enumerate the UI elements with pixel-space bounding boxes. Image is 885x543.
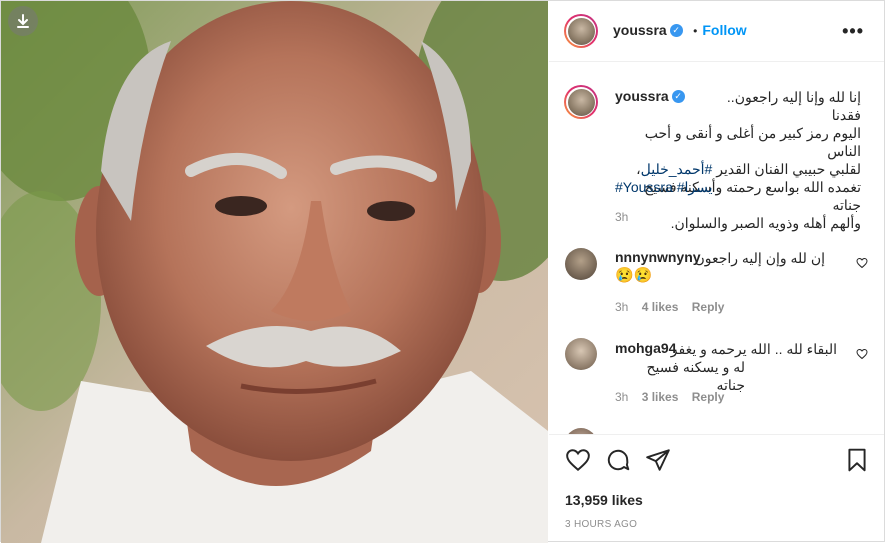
comment-meta: 3h 4 likes Reply xyxy=(615,300,724,314)
comment-avatar[interactable] xyxy=(565,248,597,280)
likes-count[interactable]: 13,959 likes xyxy=(565,492,643,508)
post-sidebar: youssra ✓ • Follow ••• youssra ✓ إنا لله وإ… xyxy=(549,1,884,541)
comment-text-line-1: البقاء لله .. الله يرحمه و يغفر xyxy=(670,341,837,357)
caption-line-2: اليوم رمز كبير من أغلى و أنقى و أحب النا… xyxy=(644,125,861,159)
download-button[interactable] xyxy=(8,6,38,36)
comment-icon[interactable] xyxy=(605,447,631,473)
caption-time[interactable]: 3h xyxy=(615,210,628,224)
comment-text-line-2: له و يسكنه فسيح جناته xyxy=(646,359,746,393)
bookmark-icon[interactable] xyxy=(844,447,870,473)
follow-button[interactable]: Follow xyxy=(702,22,746,38)
comment-likes[interactable]: 3 likes xyxy=(642,390,679,404)
comment-text: إن لله وإن إليه راجعون xyxy=(694,250,825,266)
caption-line-3-prefix: لقلبي حبيبي الفنان القدير xyxy=(712,161,861,177)
header-meta: youssra ✓ • Follow xyxy=(613,22,747,40)
comment-time[interactable]: 3h xyxy=(615,390,628,404)
portrait-image xyxy=(1,1,548,543)
reply-button[interactable]: Reply xyxy=(692,390,725,404)
verified-badge-icon: ✓ xyxy=(669,24,683,38)
comment-emoji: 😢😢 xyxy=(615,267,653,284)
author-username[interactable]: youssra xyxy=(613,22,667,38)
caption-line-1: إنا لله وإنا إليه راجعون.. فقدنا xyxy=(726,89,861,123)
caption-line-5: وألهم أهله وذويه الصبر والسلوان. xyxy=(670,215,861,231)
heart-icon[interactable] xyxy=(856,348,868,360)
comment-meta: 3h 3 likes Reply xyxy=(615,390,724,404)
comment-time[interactable]: 3h xyxy=(615,300,628,314)
hashtag-link[interactable]: #أحمد_خليل xyxy=(641,161,713,177)
author-avatar[interactable] xyxy=(564,14,598,48)
caption-hashtags[interactable]: #Youssra #يسرا xyxy=(615,178,713,196)
heart-icon[interactable] xyxy=(565,447,591,473)
caption-avatar[interactable] xyxy=(564,85,598,119)
reply-button[interactable]: Reply xyxy=(692,300,725,314)
caption-body: إنا لله وإنا إليه راجعون.. فقدنا اليوم ر… xyxy=(615,88,861,232)
download-icon xyxy=(17,14,29,28)
action-bar: 13,959 likes 3 HOURS AGO xyxy=(549,434,884,542)
separator: • xyxy=(693,24,698,38)
comment-avatar[interactable] xyxy=(565,338,597,370)
post-timestamp[interactable]: 3 HOURS AGO xyxy=(565,519,637,530)
heart-icon[interactable] xyxy=(856,257,868,269)
comment-likes[interactable]: 4 likes xyxy=(642,300,679,314)
post-photo[interactable] xyxy=(1,1,548,543)
instagram-post: youssra ✓ • Follow ••• youssra ✓ إنا لله وإ… xyxy=(0,0,885,543)
comments-section: youssra ✓ إنا لله وإنا إليه راجعون.. فقدن… xyxy=(549,62,884,434)
post-header: youssra ✓ • Follow ••• xyxy=(549,1,884,62)
more-dots-icon[interactable]: ••• xyxy=(842,21,864,42)
caption-line-3: لقلبي حبيبي الفنان القدير #أحمد_خليل، xyxy=(615,160,861,178)
share-icon[interactable] xyxy=(645,447,671,473)
